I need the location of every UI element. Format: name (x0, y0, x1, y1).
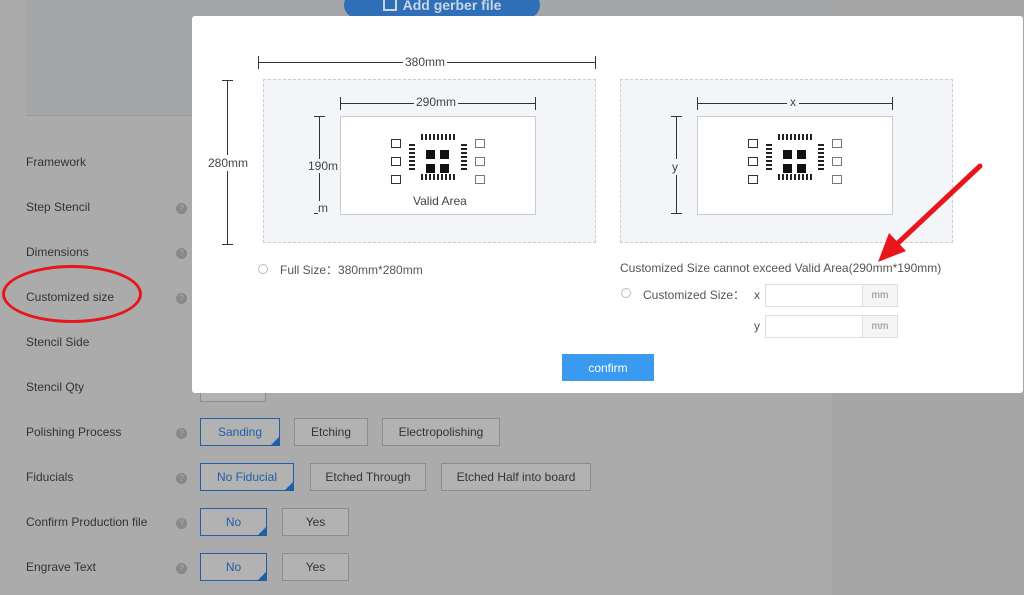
annotation-arrow (878, 163, 983, 262)
